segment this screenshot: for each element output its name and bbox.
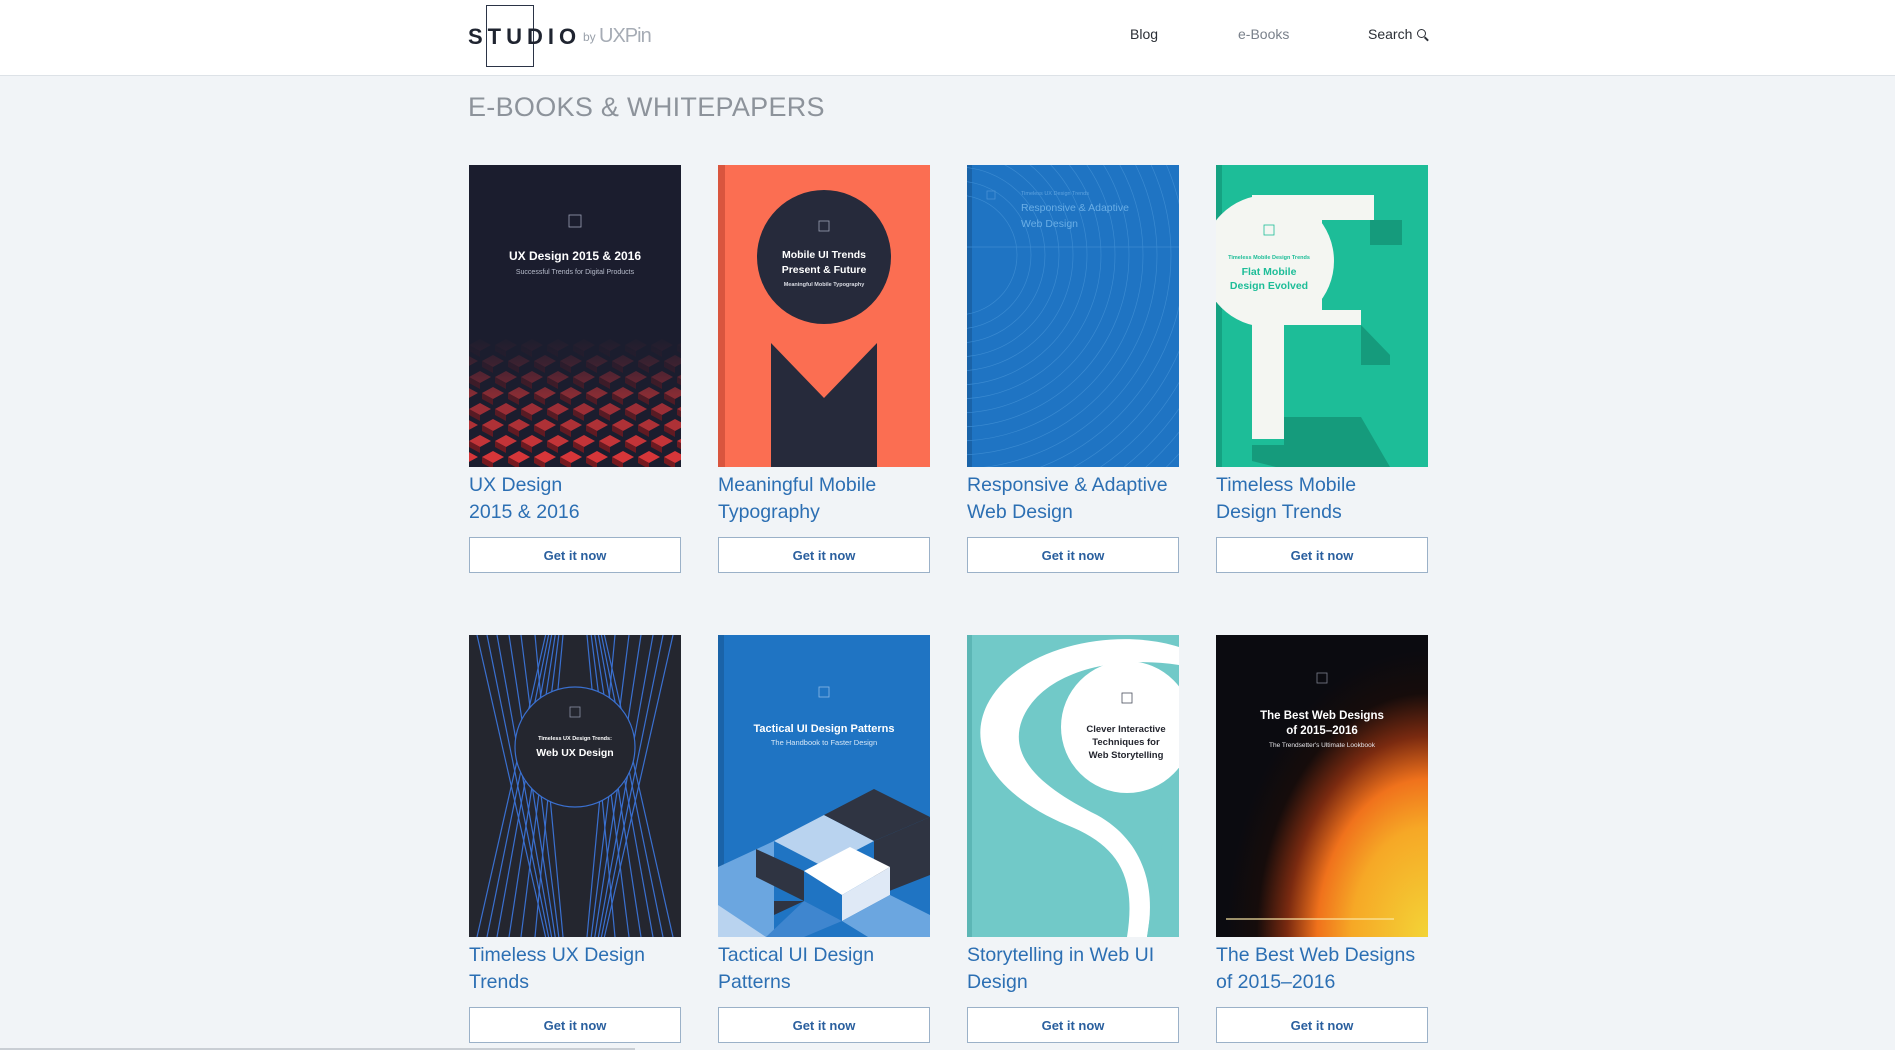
cover-title: Responsive & Adaptive [1021,202,1129,214]
cover-title: Flat Mobile [1242,266,1297,278]
cover-title: The Best Web Designs [1260,710,1384,722]
cover-title: Design Evolved [1230,280,1308,292]
cover-title: Clever Interactive [1086,724,1165,735]
ebook-cover[interactable]: The Best Web Designs of 2015–2016 The Tr… [1216,635,1428,937]
ebook-cover[interactable]: Mobile UI Trends Present & Future Meanin… [718,165,930,467]
ebook-cover-art: Clever Interactive Techniques for Web St… [967,635,1179,937]
cover-title: Present & Future [782,264,867,276]
cover-subtitle: Meaningful Mobile Typography [784,282,866,288]
cover-title: UX Design 2015 & 2016 [509,249,641,263]
ebook-title-line: Web Design [967,501,1073,523]
nav-search-label: Search [1368,26,1413,42]
logo-by-text: by [583,30,596,44]
ebook-title-line: The Best Web Designs [1216,944,1416,966]
ebook-title-link[interactable]: UX Design 2015 & 2016 [469,472,699,526]
ebook-cover[interactable]: UX Design 2015 & 2016 Successful Trends … [469,165,681,467]
ebook-title-link[interactable]: Timeless UX Design Trends [469,942,699,996]
ebook-title-link[interactable]: Meaningful Mobile Typography [718,472,948,526]
ebook-title-line: Design [967,971,1028,993]
cover-subtitle: The Trendsetter's Ultimate Lookbook [1269,742,1376,749]
get-it-now-button[interactable]: Get it now [469,537,681,573]
top-navigation-bar: STUDIO by UXPin Blog e-Books Search [0,0,1895,76]
cover-title: Web Design [1021,218,1078,230]
nav-blog-link[interactable]: Blog [1130,26,1158,42]
logo-brand: UXPin [599,25,652,47]
ebook-title-line: Timeless Mobile [1216,474,1357,496]
ebook-cover[interactable]: Tactical UI Design Patterns The Handbook… [718,635,930,937]
ebook-title-line: Design Trends [1216,501,1342,523]
ebook-title-line: Tactical UI Design [718,944,875,966]
ebook-title-link[interactable]: Responsive & Adaptive Web Design [967,472,1197,526]
ebook-title-line: Patterns [718,971,791,993]
cover-kicker: Timeless UX Design Trends [1021,191,1089,197]
page-title: E-BOOKS & WHITEPAPERS [468,92,825,122]
get-it-now-button[interactable]: Get it now [718,537,930,573]
ebook-cover[interactable]: Timeless UX Design Trends Responsive & A… [967,165,1179,467]
cover-title: Techniques for [1092,737,1160,748]
cover-title: Mobile UI Trends [782,249,866,261]
get-it-now-button[interactable]: Get it now [967,537,1179,573]
ebook-cover[interactable]: Timeless Mobile Design Trends Flat Mobil… [1216,165,1428,467]
nav-search-link[interactable]: Search [1368,26,1427,42]
ebook-title-line: Meaningful Mobile [718,474,877,496]
ebook-title-line: 2015 & 2016 [469,501,580,523]
ebook-title-line: of 2015–2016 [1216,971,1336,993]
ebook-title-line: UX Design [469,474,563,496]
logo-wordmark: STUDIO [468,24,582,49]
ebook-cover-art: Timeless UX Design Trends Responsive & A… [967,165,1179,467]
cover-title: Web UX Design [536,747,613,759]
ebook-cover[interactable]: Timeless UX Design Trends: Web UX Design [469,635,681,937]
search-icon [1417,29,1427,38]
ebook-title-link[interactable]: Storytelling in Web UI Design [967,942,1197,996]
ebook-title-link[interactable]: Tactical UI Design Patterns [718,942,948,996]
cover-title: of 2015–2016 [1286,725,1358,737]
ebook-cover-art: Timeless UX Design Trends: Web UX Design [469,635,681,937]
get-it-now-button[interactable]: Get it now [469,1007,681,1043]
cover-subtitle: Successful Trends for Digital Products [516,269,635,276]
get-it-now-button[interactable]: Get it now [1216,537,1428,573]
cover-subtitle: The Handbook to Faster Design [771,738,877,747]
cover-kicker: Timeless UX Design Trends: [538,736,612,742]
ebook-cover[interactable]: Clever Interactive Techniques for Web St… [967,635,1179,937]
ebook-title-line: Timeless UX Design [469,944,645,966]
ebook-cover-art: Timeless Mobile Design Trends Flat Mobil… [1216,165,1428,467]
get-it-now-button[interactable]: Get it now [967,1007,1179,1043]
cover-title: Tactical UI Design Patterns [753,723,894,735]
cover-title: Web Storytelling [1089,750,1164,761]
get-it-now-button[interactable]: Get it now [1216,1007,1428,1043]
ebook-cover-art: Tactical UI Design Patterns The Handbook… [718,635,930,937]
ebook-title-line: Trends [469,971,529,993]
cover-kicker: Timeless Mobile Design Trends [1228,255,1310,261]
ebook-cover-art: The Best Web Designs of 2015–2016 The Tr… [1216,635,1428,937]
ebook-cover-art: UX Design 2015 & 2016 Successful Trends … [469,165,681,467]
nav-ebooks-link[interactable]: e-Books [1238,26,1289,42]
ebook-title-line: Responsive & Adaptive [967,474,1168,496]
ebook-title-line: Typography [718,501,820,523]
ebook-title-line: Storytelling in Web UI [967,944,1155,966]
get-it-now-button[interactable]: Get it now [718,1007,930,1043]
ebook-title-link[interactable]: The Best Web Designs of 2015–2016 [1216,942,1446,996]
ebook-title-link[interactable]: Timeless Mobile Design Trends [1216,472,1446,526]
ebook-cover-art: Mobile UI Trends Present & Future Meanin… [718,165,930,467]
